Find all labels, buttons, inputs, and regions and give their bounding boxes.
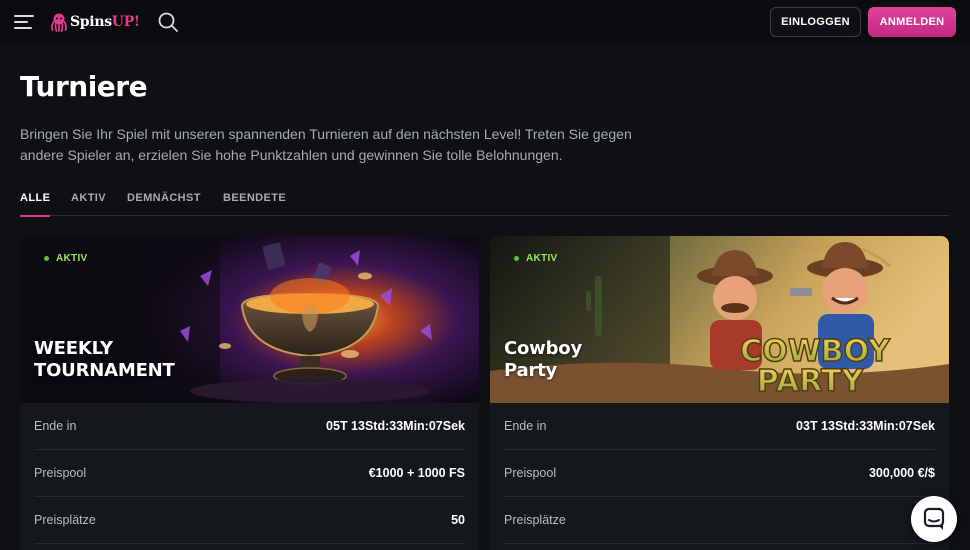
tournament-banner: AKTIV WEEKLY TOURNAMENT — [20, 236, 479, 403]
detail-row-end: Ende in 03T 13Std:33Min:07Sek — [504, 403, 935, 450]
status-badge: AKTIV — [514, 253, 558, 264]
detail-row-prize-places: Preisplätze 50 — [34, 497, 465, 544]
tournament-title: WEEKLY TOURNAMENT — [34, 338, 175, 381]
login-button[interactable]: EINLOGGEN — [770, 7, 861, 37]
page-intro: Bringen Sie Ihr Spiel mit unseren spanne… — [20, 126, 632, 163]
detail-row-prize-pool: Preispool 300,000 €/$ — [504, 450, 935, 497]
tournament-card-cowboy-party[interactable]: COWBOY PARTY AKTIV Cowboy Party Ende in … — [490, 236, 949, 550]
status-dot-icon — [514, 256, 519, 261]
search-icon[interactable] — [157, 11, 179, 33]
tournament-card-weekly[interactable]: AKTIV WEEKLY TOURNAMENT Ende in 05T 13St… — [20, 236, 479, 550]
page-title: Turniere — [20, 70, 148, 103]
tab-active[interactable]: AKTIV — [71, 192, 106, 216]
tournament-tabs: ALLE AKTIV DEMNÄCHST BEENDETE — [20, 190, 949, 217]
octopus-logo-icon — [51, 13, 67, 32]
top-navigation-bar: SpinsUP! EINLOGGEN ANMELDEN — [0, 0, 970, 44]
menu-icon[interactable] — [14, 13, 34, 31]
tournament-title: Cowboy Party — [504, 338, 582, 381]
cowboy-party-logo-line2: PARTY — [757, 364, 865, 399]
status-dot-icon — [44, 256, 49, 261]
detail-row-prize-places: Preisplätze 1, — [504, 497, 935, 544]
tab-finished[interactable]: BEENDETE — [223, 192, 286, 216]
detail-row-end: Ende in 05T 13Std:33Min:07Sek — [34, 403, 465, 450]
chat-icon[interactable] — [911, 496, 957, 542]
logo-text: Spins — [70, 14, 112, 30]
tab-all[interactable]: ALLE — [20, 192, 51, 217]
signup-button[interactable]: ANMELDEN — [868, 7, 956, 37]
tournament-banner: COWBOY PARTY AKTIV Cowboy Party — [490, 236, 949, 403]
tournament-details: Ende in 05T 13Std:33Min:07Sek Preispool … — [34, 403, 465, 544]
tournament-details: Ende in 03T 13Std:33Min:07Sek Preispool … — [504, 403, 935, 544]
detail-row-prize-pool: Preispool €1000 + 1000 FS — [34, 450, 465, 497]
status-badge: AKTIV — [44, 253, 88, 264]
logo[interactable]: SpinsUP! — [50, 9, 140, 35]
tab-upcoming[interactable]: DEMNÄCHST — [127, 192, 201, 216]
logo-accent-text: UP! — [111, 14, 140, 30]
